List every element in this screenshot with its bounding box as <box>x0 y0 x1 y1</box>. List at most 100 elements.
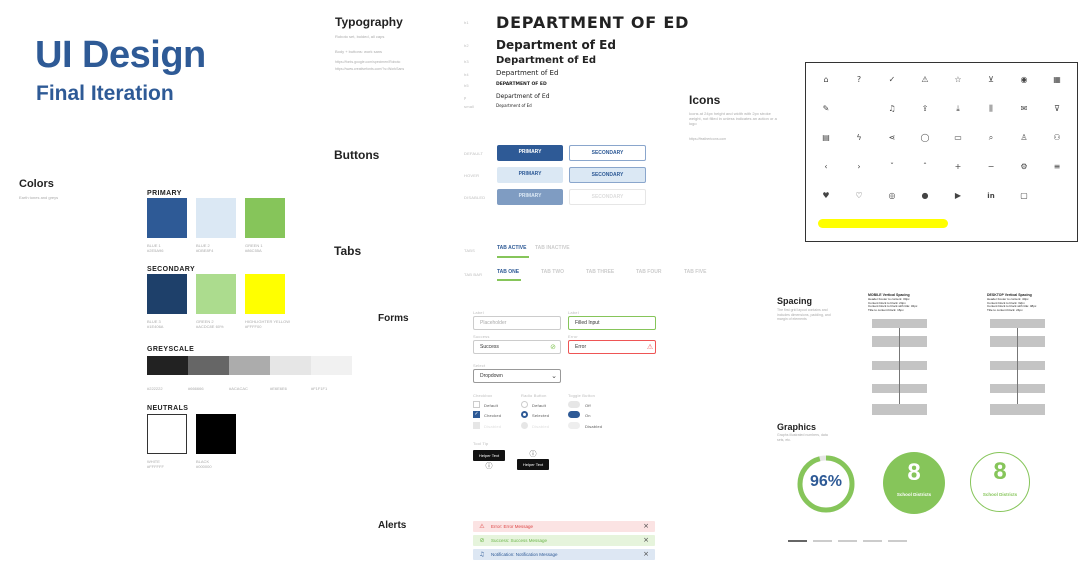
placeholder-input[interactable]: Placeholder <box>473 316 561 330</box>
chevron-right-icon[interactable]: › <box>854 162 864 172</box>
tab-bar-item-4[interactable]: TAB FOUR <box>636 269 661 275</box>
calendar-icon[interactable]: ▦ <box>1052 75 1062 85</box>
upload-cloud-icon[interactable]: ⇪ <box>920 104 930 114</box>
label-filled: Label <box>568 310 579 315</box>
cart-icon[interactable]: ⊻ <box>986 75 996 85</box>
radio-selected[interactable] <box>521 411 528 418</box>
help-icon[interactable]: ⓘ <box>528 449 538 459</box>
bell-icon[interactable]: ♫ <box>887 104 897 114</box>
users-icon[interactable]: ⚇ <box>1052 133 1062 143</box>
pager-dot-3[interactable] <box>863 540 882 542</box>
graphics-desc: Graphs illustrated numbers, data sets, e… <box>777 433 828 442</box>
pager-dot-4[interactable] <box>888 540 907 542</box>
typography-link1[interactable]: https://fonts.google.com/specimen/Roboto <box>335 60 400 65</box>
toggle-on[interactable] <box>568 411 580 418</box>
toggle-off[interactable] <box>568 401 580 408</box>
swatch-greyscale-3 <box>270 356 311 375</box>
user-icon[interactable]: ♙ <box>1019 133 1029 143</box>
checkbox-default[interactable] <box>473 401 480 408</box>
toggle-disabled <box>568 422 580 429</box>
pager-dot-2[interactable] <box>838 540 857 542</box>
spacing-block-1 <box>872 336 927 347</box>
check-circle-icon[interactable]: ✓ <box>887 75 897 85</box>
menu-icon[interactable]: ≡ <box>1052 162 1062 172</box>
filled-input[interactable]: Filled Input <box>568 316 656 330</box>
credit-card-icon[interactable]: ▭ <box>953 133 963 143</box>
tab-bar-item-5[interactable]: TAB FIVE <box>684 269 706 275</box>
comment-icon[interactable]: ▢ <box>1019 191 1029 201</box>
graphics-heading: Graphics <box>777 422 817 432</box>
heart-filled-icon[interactable]: ♥ <box>821 191 831 201</box>
map-icon[interactable]: ▤ <box>821 133 831 143</box>
pager-dot-1[interactable] <box>813 540 832 542</box>
secondary-button-hover[interactable]: SECONDARY <box>569 167 646 183</box>
type-tag: h4 <box>464 71 469 77</box>
zap-icon[interactable]: ϟ <box>854 133 864 143</box>
alert-0: Error: Error Message <box>473 521 655 532</box>
heart-icon[interactable]: ♡ <box>854 191 864 201</box>
tooltip-1: Helper Text <box>473 450 505 461</box>
checkbox-checked[interactable]: ✓ <box>473 411 480 418</box>
settings-icon[interactable]: ⚙ <box>1019 162 1029 172</box>
spacing-block-3 <box>872 384 927 393</box>
primary-button-disabled: PRIMARY <box>497 189 563 205</box>
tab-bar-item-2[interactable]: TAB TWO <box>541 269 564 275</box>
checkbox-default-text: Default <box>484 403 499 408</box>
toggle-off-text: Off <box>585 403 591 408</box>
spacing-block-2 <box>872 361 927 370</box>
alert-icon-0: ⚠ <box>479 523 485 530</box>
edit-icon[interactable]: ✎ <box>821 104 831 114</box>
instagram-icon[interactable]: ◎ <box>887 191 897 201</box>
linkedin-icon[interactable]: in <box>986 191 996 201</box>
icons-link[interactable]: https://feathericons.com <box>689 137 726 142</box>
error-input[interactable]: Error <box>568 340 656 354</box>
tooltip-label: Tool Tip <box>473 441 489 446</box>
close-icon[interactable]: × <box>641 521 651 531</box>
share-icon[interactable]: ⋖ <box>887 133 897 143</box>
pager-dot-0[interactable] <box>788 540 807 542</box>
facebook-icon[interactable]: ● <box>920 191 930 201</box>
secondary-label: SECONDARY <box>147 266 196 273</box>
tab-bar-item-1[interactable]: TAB ONE <box>497 269 519 275</box>
neutrals-label: NEUTRALS <box>147 405 189 412</box>
bar-chart-icon[interactable]: ⫼ <box>986 104 996 114</box>
tabs-row1-label: TABS <box>464 248 475 253</box>
dropdown-select[interactable]: Dropdown <box>473 369 561 383</box>
help-icon[interactable]: ? <box>854 75 864 85</box>
primary-button-default[interactable]: PRIMARY <box>497 145 563 161</box>
filter-icon[interactable]: ⊽ <box>1052 104 1062 114</box>
typography-link2[interactable]: https://www.creativefonts.com/?s=WorkSan… <box>335 67 404 72</box>
search-icon[interactable]: ⌕ <box>986 133 996 143</box>
star-icon[interactable]: ☆ <box>953 75 963 85</box>
radio-label: Radio Button <box>521 393 547 398</box>
primary-button-hover[interactable]: PRIMARY <box>497 167 563 183</box>
chevron-left-icon[interactable]: ‹ <box>821 162 831 172</box>
tab-inactive[interactable]: TAB INACTIVE <box>535 245 570 251</box>
checkbox-checked-text: Checked <box>484 413 502 418</box>
chevron-down-icon[interactable]: ˇ <box>887 162 897 172</box>
icons-desc: Icons at 24px height and width with 2px … <box>689 111 777 126</box>
alert-icon[interactable]: ⚠ <box>920 75 930 85</box>
close-icon[interactable]: × <box>641 549 651 559</box>
inbox-icon[interactable]: ✉ <box>1019 104 1029 114</box>
spacing-block-4 <box>990 404 1045 415</box>
tab-active[interactable]: TAB ACTIVE <box>497 245 526 251</box>
plus-icon[interactable]: + <box>953 162 963 172</box>
minus-icon[interactable]: − <box>986 162 996 172</box>
secondary-button-default[interactable]: SECONDARY <box>569 145 646 161</box>
spacing-block-0 <box>990 319 1045 328</box>
type-sample-h1: DEPARTMENT OF ED <box>496 13 690 32</box>
tab-bar-item-3[interactable]: TAB THREE <box>586 269 614 275</box>
close-icon[interactable]: × <box>641 535 651 545</box>
chevron-up-icon[interactable]: ˆ <box>920 162 930 172</box>
radio-default[interactable] <box>521 401 528 408</box>
youtube-icon[interactable]: ▶ <box>953 191 963 201</box>
download-icon[interactable]: ⤓ <box>953 104 963 114</box>
chevron-down-icon: ⌄ <box>551 372 557 380</box>
info-icon[interactable]: ⓘ <box>484 461 494 471</box>
alert-1: Success: Success Message <box>473 535 655 546</box>
map-pin-icon[interactable]: ◉ <box>1019 75 1029 85</box>
home-icon[interactable]: ⌂ <box>821 75 831 85</box>
desktop-notes: Header Footer to content: 40px Content b… <box>987 297 1037 312</box>
message-icon[interactable]: ◯ <box>920 133 930 143</box>
